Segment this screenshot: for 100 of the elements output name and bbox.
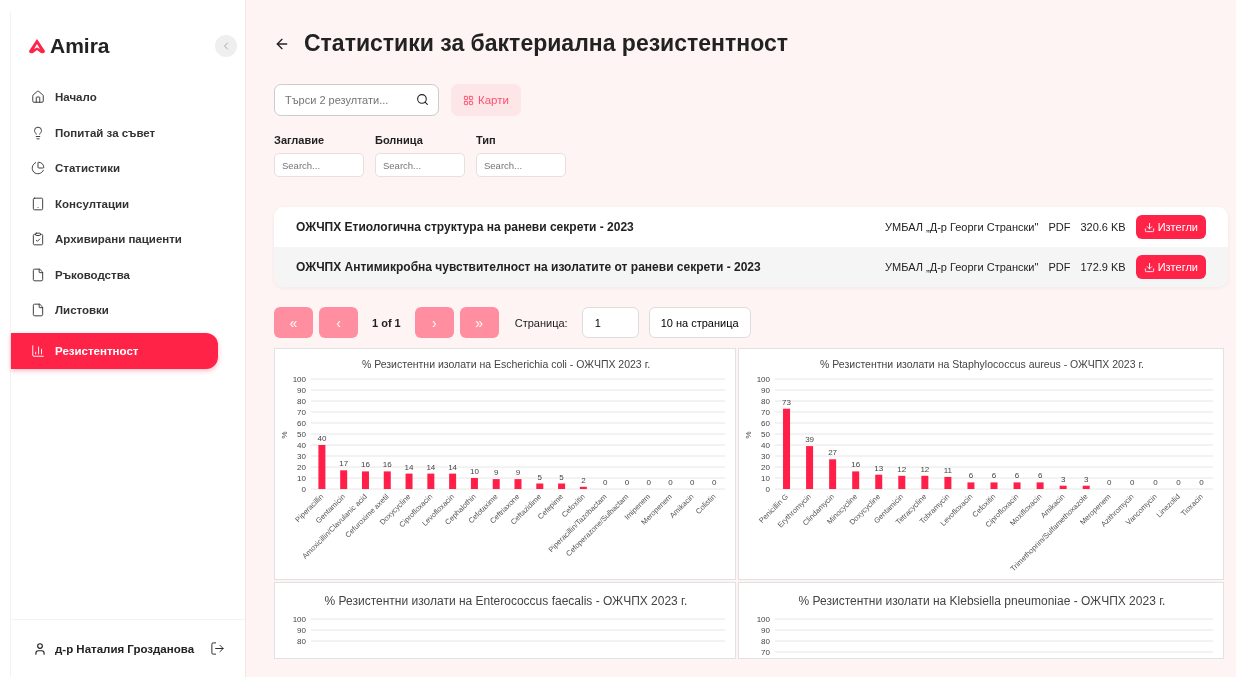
tick-label: 90	[761, 386, 770, 395]
axis-label: 80	[761, 637, 770, 646]
column-filter[interactable]: Search...	[274, 153, 364, 177]
data-label: 5	[537, 472, 542, 482]
page-label: Страница:	[514, 316, 568, 329]
page-size-select[interactable]: 10 на страница	[648, 307, 751, 338]
file-icon	[31, 303, 45, 318]
bar	[829, 459, 837, 489]
grid-icon	[463, 94, 474, 106]
tick-label: 50	[297, 430, 306, 439]
column-filter[interactable]: Search...	[476, 153, 566, 177]
data-label: 0	[1176, 478, 1181, 487]
search-field[interactable]: Търси 2 резултати...	[274, 84, 439, 116]
data-label: 5	[559, 472, 564, 482]
chart-title: % Резистентни изолати на Escherichia coli - ОЖЧПХ 2023 г.	[361, 358, 651, 370]
data-label: 0	[646, 478, 651, 487]
data-label: 16	[361, 460, 370, 470]
data-label: 12	[920, 464, 930, 474]
column-filter[interactable]: Search...	[375, 153, 465, 177]
pie-chart-icon	[31, 161, 45, 176]
bar	[852, 471, 860, 489]
file-icon	[31, 267, 45, 282]
bar	[579, 486, 587, 489]
house-icon	[31, 90, 45, 105]
data-label: 0	[711, 478, 717, 487]
bar	[536, 483, 544, 489]
download-icon	[1143, 261, 1155, 273]
filter-label: Болница	[375, 134, 424, 146]
data-label: 0	[1199, 478, 1204, 487]
data-label: 12	[897, 464, 907, 474]
axis-label: 90	[297, 626, 306, 635]
tick-label: 90	[297, 386, 306, 395]
user-icon	[33, 641, 47, 656]
page-title: Статистики за бактериална резистентност	[304, 30, 788, 57]
bar	[944, 476, 952, 489]
search-icon	[416, 93, 429, 106]
axis-label: %	[744, 431, 753, 439]
user-name: д-р Наталия Грозданова	[55, 642, 196, 655]
bar	[383, 471, 391, 489]
download-button[interactable]: Изтегли	[1135, 255, 1206, 279]
data-label: 0	[668, 478, 673, 487]
download-button[interactable]: Изтегли	[1135, 215, 1206, 239]
nav-item[interactable]: Статистики	[11, 155, 218, 182]
bar	[449, 473, 457, 489]
bar	[1082, 485, 1090, 489]
bar	[898, 475, 906, 489]
data-label: 0	[690, 478, 695, 487]
tick-label: 40	[761, 441, 770, 450]
tick-label: 60	[297, 419, 306, 428]
bar	[427, 473, 435, 489]
bar	[558, 483, 566, 489]
axis-label: 80	[297, 637, 306, 646]
bar	[990, 482, 998, 489]
bar-chart-icon	[31, 343, 45, 358]
data-label: 0	[1153, 478, 1158, 487]
tick-label: 60	[761, 419, 770, 428]
data-label: 0	[1107, 478, 1112, 487]
data-label: 6	[1014, 471, 1020, 481]
filter-label: Тип	[476, 134, 497, 146]
hospital-name: УМБАЛ „Д-р Георги Странски"	[885, 261, 1039, 273]
data-label: 6	[1037, 471, 1043, 481]
nav-item[interactable]: Листовки	[11, 297, 218, 324]
tick-label: 100	[756, 375, 770, 384]
hospital-name: УМБАЛ „Д-р Георги Странски"	[885, 221, 1039, 233]
download-icon	[1143, 221, 1155, 233]
file-size: 320.6 KB	[1080, 221, 1126, 233]
data-label: 16	[382, 460, 392, 470]
chart-title: % Резистентни изолати на Klebsiella pneumoniae - ОЖЧПХ 2023 г.	[798, 594, 1166, 608]
data-label: 73	[782, 397, 791, 407]
logout-icon[interactable]	[210, 641, 225, 656]
nav-item[interactable]: Попитай за съвет	[11, 119, 218, 146]
axis-label: 100	[292, 615, 306, 624]
data-label: 9	[494, 468, 499, 478]
data-label: 17	[339, 459, 349, 469]
data-label: 11	[943, 465, 953, 475]
chart-title: % Резистентни изолати на Enterococcus faecalis - ОЖЧПХ 2023 г.	[324, 594, 688, 608]
page-field[interactable]: 1	[581, 307, 639, 338]
clipboard-check-icon	[31, 232, 45, 247]
tick-label: 40	[297, 441, 306, 450]
lightbulb-icon	[31, 125, 45, 140]
data-label: 40	[317, 434, 327, 443]
data-label: 14	[404, 462, 414, 472]
nav-item[interactable]: Консултации	[11, 190, 218, 217]
nav-item[interactable]: Архивирани пациенти	[11, 226, 218, 253]
data-label: 3	[1084, 474, 1089, 484]
nav-item[interactable]: Ръководства	[11, 261, 218, 288]
logo-text: Amira	[50, 34, 110, 58]
bar	[405, 473, 413, 489]
tablet-icon	[31, 196, 45, 211]
axis-label: %	[280, 431, 289, 439]
nav-item[interactable]: Начало	[11, 84, 218, 111]
tick-label: 10	[761, 474, 770, 483]
filter-label: Заглавие	[274, 134, 326, 146]
document-title: ОЖЧПХ Антимикробна чувствителност на изолатите от раневи секрети - 2023	[296, 260, 762, 274]
data-label: 0	[624, 478, 630, 487]
data-label: 3	[1060, 474, 1066, 484]
nav-item[interactable]: Резистентност	[11, 332, 218, 369]
bar	[921, 475, 929, 489]
bar	[318, 445, 326, 489]
data-label: 0	[602, 478, 608, 487]
